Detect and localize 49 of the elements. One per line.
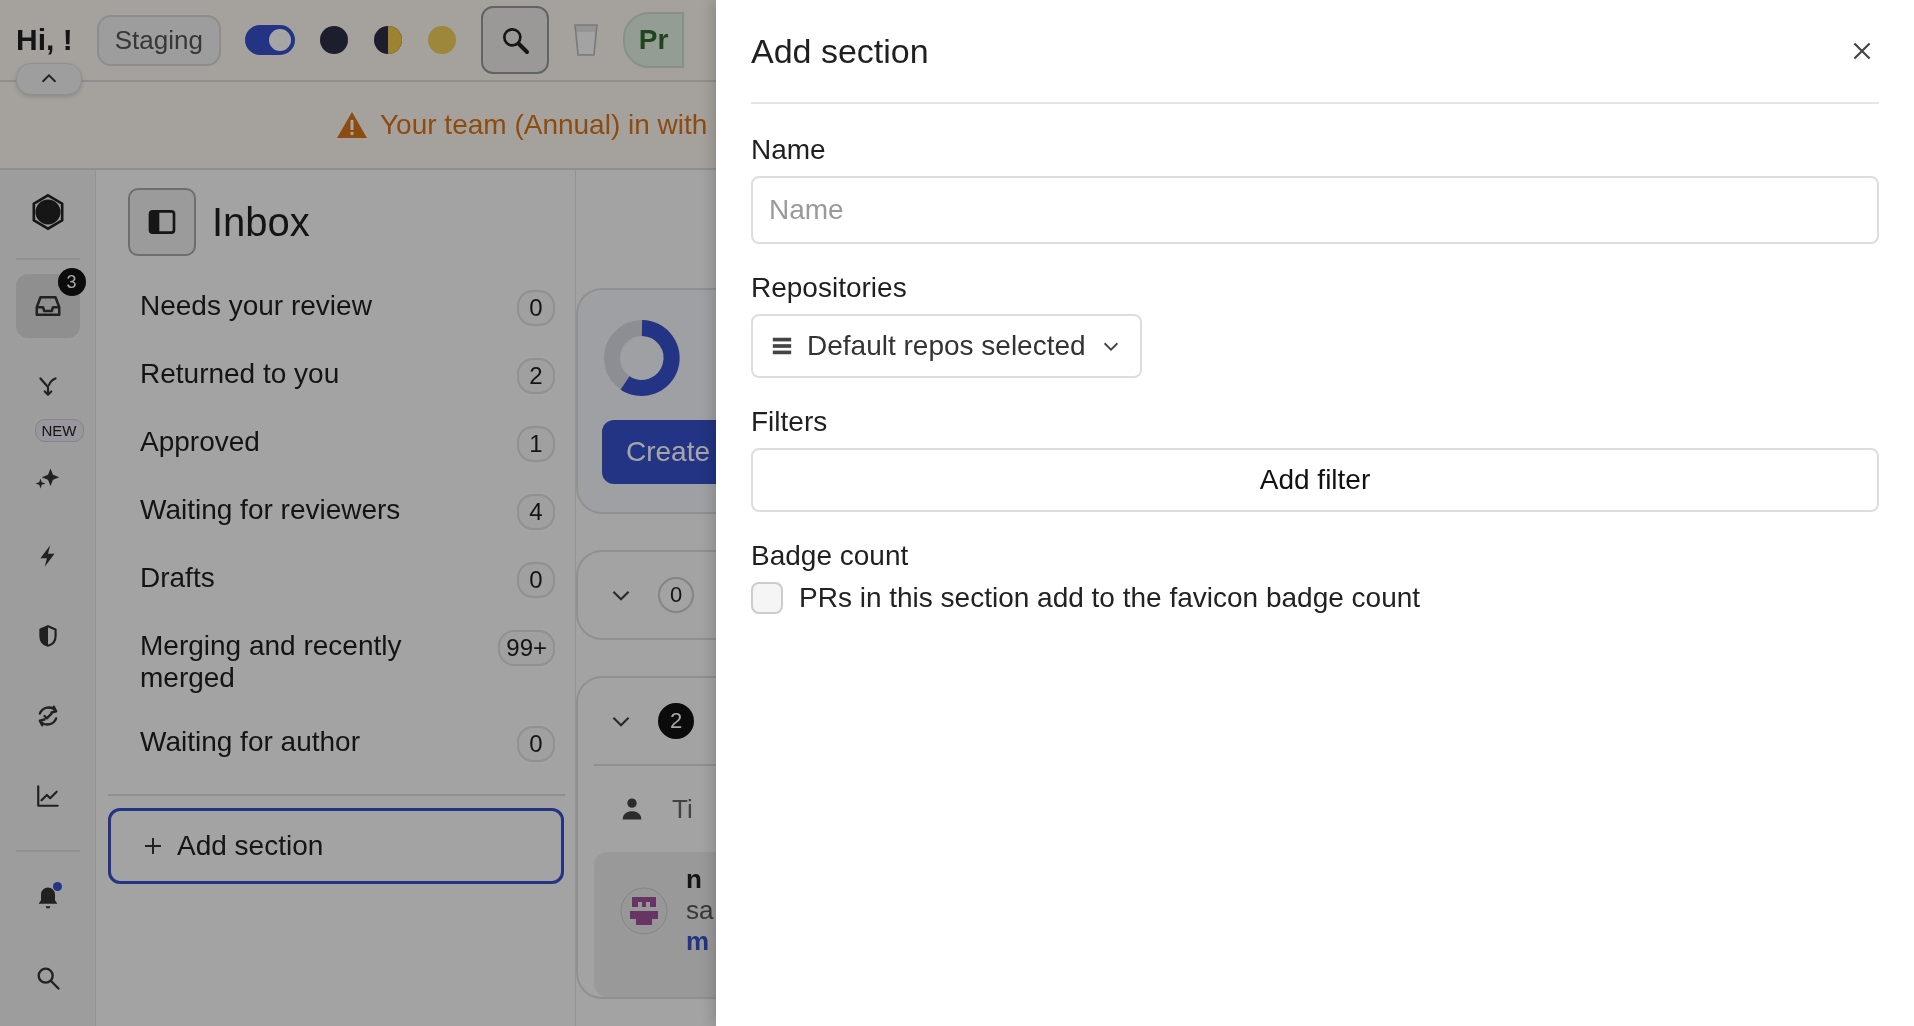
group-count: 0	[658, 577, 694, 613]
chart-icon	[34, 783, 61, 809]
half-moon-icon[interactable]	[372, 25, 403, 55]
row-text: sa	[686, 895, 714, 926]
add-filter-button[interactable]: Add filter	[751, 448, 1879, 512]
add-section-button[interactable]: Add section	[108, 808, 564, 884]
dark-moon-icon[interactable]	[318, 25, 349, 55]
create-button[interactable]: Create	[602, 420, 716, 484]
checkbox[interactable]	[751, 582, 783, 614]
list-icon	[771, 335, 793, 357]
inbox-title: Inbox	[212, 199, 310, 245]
section-item[interactable]: Returned to you	[140, 358, 340, 390]
section-item[interactable]: Merging and recently merged	[140, 630, 450, 694]
sidebar-toggle-button[interactable]	[128, 188, 196, 256]
section-count: 99+	[498, 630, 555, 666]
section-item[interactable]: Drafts	[140, 562, 215, 594]
search-button[interactable]	[480, 6, 549, 74]
section-item[interactable]: Approved	[140, 426, 260, 458]
repositories-dropdown[interactable]: Default repos selected	[751, 314, 1142, 378]
field-label: Filters	[751, 406, 829, 438]
section-item[interactable]: Needs your review	[140, 290, 372, 322]
section-count: 4	[517, 494, 555, 530]
link-text[interactable]: m	[686, 926, 714, 957]
section-count: 0	[517, 290, 555, 326]
greeting: Hi, !	[16, 23, 73, 57]
section-count: 0	[517, 726, 555, 762]
section-count: 0	[517, 562, 555, 598]
environment-chip[interactable]: Staging	[96, 14, 221, 66]
group-count: 2	[658, 703, 694, 739]
toggle-switch[interactable]	[244, 25, 295, 55]
drawer-title: Add section	[751, 31, 929, 71]
count-badge: 3	[57, 268, 86, 296]
new-tag: NEW	[34, 419, 84, 442]
checkbox-label[interactable]: PRs in this section add to the favicon badge count	[799, 582, 1421, 614]
warning-icon	[336, 111, 368, 139]
banner-text: Your team (Annual) in with	[380, 109, 708, 141]
progress-ring-icon	[602, 318, 682, 398]
name-field[interactable]: Name	[751, 176, 1879, 244]
column-header: Ti	[672, 793, 693, 825]
avatar-icon	[620, 886, 668, 935]
row-text: n	[686, 864, 703, 895]
section-count: 2	[517, 358, 555, 394]
plan-chip[interactable]: Pr	[622, 12, 685, 68]
field-label: Name	[751, 134, 827, 166]
section-item[interactable]: Waiting for author	[140, 726, 360, 758]
section-item[interactable]: Waiting for reviewers	[140, 494, 401, 526]
field-label: Badge count	[751, 540, 910, 572]
section-count: 1	[517, 426, 555, 462]
field-label: Repositories	[751, 272, 908, 304]
